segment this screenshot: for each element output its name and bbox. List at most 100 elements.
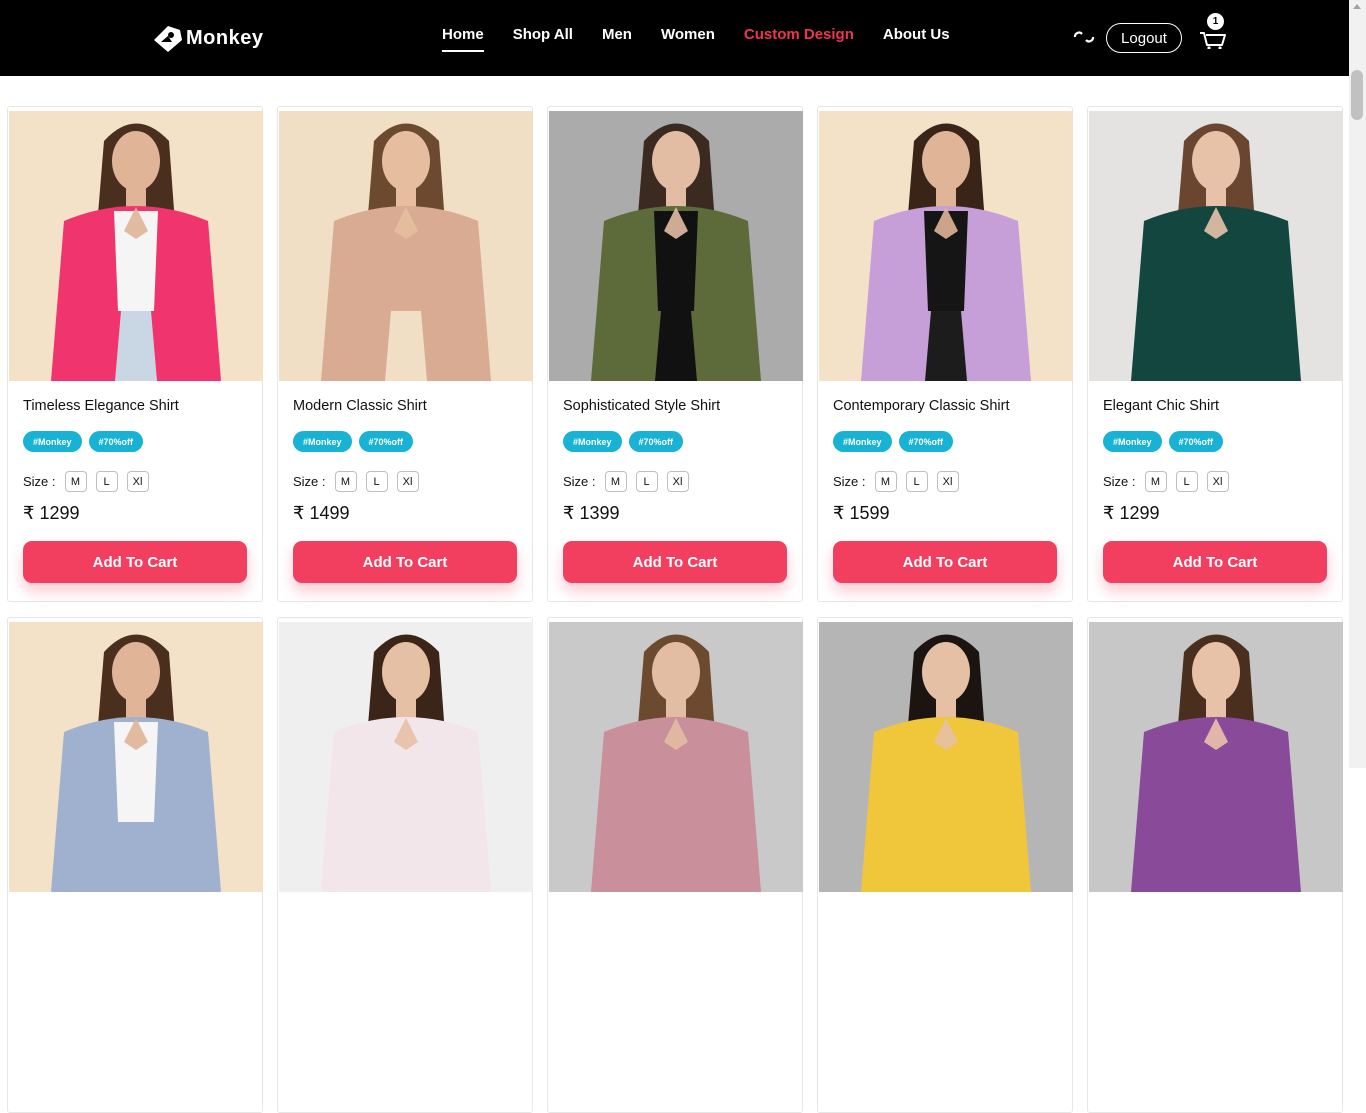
product-price: ₹ 1299 <box>23 503 80 523</box>
product-title[interactable]: Elegant Chic Shirt <box>1103 398 1219 414</box>
nav-about-us[interactable]: About Us <box>883 26 950 52</box>
size-option-button[interactable]: M <box>334 471 357 492</box>
model-photo-illustration <box>279 111 533 381</box>
product-tag[interactable]: #70%off <box>898 431 954 452</box>
size-option-button[interactable]: M <box>874 471 897 492</box>
size-label: Size : <box>1103 474 1136 489</box>
size-option-button[interactable]: L <box>635 471 658 492</box>
product-image[interactable] <box>279 111 533 381</box>
model-photo-illustration <box>9 622 263 892</box>
user-icon[interactable] <box>1072 30 1096 44</box>
model-photo-illustration <box>1089 111 1343 381</box>
size-option-button[interactable]: M <box>604 471 627 492</box>
scroll-up-arrow-icon[interactable] <box>1353 4 1361 9</box>
size-option-button[interactable]: L <box>1175 471 1198 492</box>
size-selector: Size : M L Xl <box>833 471 959 492</box>
product-image[interactable] <box>819 622 1073 892</box>
product-tags: #Monkey #70%off <box>563 431 684 452</box>
logout-button[interactable]: Logout <box>1106 23 1182 53</box>
product-image[interactable] <box>279 622 533 892</box>
product-card[interactable] <box>547 617 803 1113</box>
monkey-logo-icon <box>154 26 182 52</box>
cart-count-badge: 1 <box>1207 13 1224 30</box>
product-price: ₹ 1499 <box>293 503 350 523</box>
size-label: Size : <box>563 474 596 489</box>
product-image[interactable] <box>9 622 263 892</box>
size-option-button[interactable]: Xl <box>666 471 689 492</box>
product-title[interactable]: Sophisticated Style Shirt <box>563 398 720 414</box>
product-tag[interactable]: #70%off <box>628 431 684 452</box>
product-card[interactable]: Modern Classic Shirt #Monkey #70%off Size :… <box>277 106 533 602</box>
product-title[interactable]: Modern Classic Shirt <box>293 398 427 414</box>
product-tag[interactable]: #Monkey <box>833 431 892 452</box>
product-image[interactable] <box>1089 111 1343 381</box>
size-selector: Size : M L Xl <box>293 471 419 492</box>
product-price: ₹ 1399 <box>563 503 620 523</box>
product-image[interactable] <box>9 111 263 381</box>
product-image[interactable] <box>819 111 1073 381</box>
nav-men[interactable]: Men <box>602 26 632 52</box>
size-label: Size : <box>23 474 56 489</box>
model-photo-illustration <box>819 622 1073 892</box>
product-tags: #Monkey #70%off <box>1103 431 1224 452</box>
size-selector: Size : M L Xl <box>1103 471 1229 492</box>
size-option-button[interactable]: Xl <box>126 471 149 492</box>
size-option-button[interactable]: L <box>365 471 388 492</box>
size-selector: Size : M L Xl <box>563 471 689 492</box>
main-nav: Home Shop All Men Women Custom Design Ab… <box>442 26 979 52</box>
add-to-cart-button[interactable]: Add To Cart <box>23 541 247 583</box>
add-to-cart-button[interactable]: Add To Cart <box>833 541 1057 583</box>
size-label: Size : <box>833 474 866 489</box>
product-tag[interactable]: #Monkey <box>23 431 82 452</box>
product-tags: #Monkey #70%off <box>833 431 954 452</box>
product-tag[interactable]: #Monkey <box>1103 431 1162 452</box>
model-photo-illustration <box>549 111 803 381</box>
model-photo-illustration <box>279 622 533 892</box>
nav-shop-all[interactable]: Shop All <box>513 26 573 52</box>
product-card[interactable] <box>7 617 263 1113</box>
product-card[interactable] <box>1087 617 1343 1113</box>
size-option-button[interactable]: L <box>905 471 928 492</box>
product-title[interactable]: Timeless Elegance Shirt <box>23 398 179 414</box>
product-image[interactable] <box>1089 622 1343 892</box>
add-to-cart-button[interactable]: Add To Cart <box>563 541 787 583</box>
top-navbar: Monkey Home Shop All Men Women Custom De… <box>0 0 1349 76</box>
product-tag[interactable]: #70%off <box>1168 431 1224 452</box>
size-selector: Size : M L Xl <box>23 471 149 492</box>
size-option-button[interactable]: L <box>95 471 118 492</box>
product-price: ₹ 1599 <box>833 503 890 523</box>
product-card[interactable] <box>277 617 533 1113</box>
product-card[interactable]: Contemporary Classic Shirt #Monkey #70%off… <box>817 106 1073 602</box>
scroll-thumb[interactable] <box>1351 70 1363 120</box>
product-image[interactable] <box>549 111 803 381</box>
product-tag[interactable]: #70%off <box>88 431 144 452</box>
product-card[interactable]: Elegant Chic Shirt #Monkey #70%off Size : ML… <box>1087 106 1343 602</box>
product-card[interactable] <box>817 617 1073 1113</box>
size-option-button[interactable]: M <box>1144 471 1167 492</box>
product-card[interactable]: Timeless Elegance Shirt #Monkey #70%off Siz… <box>7 106 263 602</box>
brand-logo[interactable]: Monkey <box>150 18 263 58</box>
product-tag[interactable]: #Monkey <box>293 431 352 452</box>
add-to-cart-button[interactable]: Add To Cart <box>293 541 517 583</box>
product-image[interactable] <box>549 622 803 892</box>
page-scrollbar[interactable] <box>1349 0 1366 768</box>
size-label: Size : <box>293 474 326 489</box>
product-tag[interactable]: #Monkey <box>563 431 622 452</box>
add-to-cart-button[interactable]: Add To Cart <box>1103 541 1327 583</box>
product-tags: #Monkey #70%off <box>23 431 144 452</box>
product-card[interactable]: Sophisticated Style Shirt #Monkey #70%off S… <box>547 106 803 602</box>
product-grid: Timeless Elegance Shirt #Monkey #70%off Siz… <box>7 106 1343 1113</box>
nav-women[interactable]: Women <box>661 26 715 52</box>
model-photo-illustration <box>819 111 1073 381</box>
size-option-button[interactable]: M <box>64 471 87 492</box>
nav-home[interactable]: Home <box>442 26 484 52</box>
model-photo-illustration <box>549 622 803 892</box>
product-price: ₹ 1299 <box>1103 503 1160 523</box>
size-option-button[interactable]: Xl <box>936 471 959 492</box>
product-title[interactable]: Contemporary Classic Shirt <box>833 398 1009 414</box>
nav-custom-design[interactable]: Custom Design <box>744 26 854 52</box>
size-option-button[interactable]: Xl <box>1206 471 1229 492</box>
model-photo-illustration <box>9 111 263 381</box>
size-option-button[interactable]: Xl <box>396 471 419 492</box>
product-tag[interactable]: #70%off <box>358 431 414 452</box>
